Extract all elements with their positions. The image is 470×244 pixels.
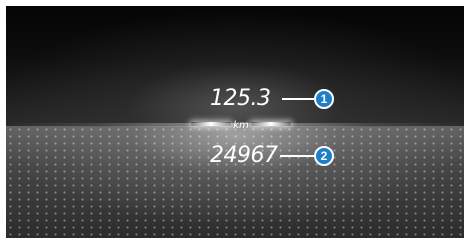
glow-accent-right	[251, 122, 291, 126]
callout-marker-1: 1	[314, 89, 334, 109]
callout-1-leader-line	[282, 98, 314, 100]
total-distance-value: 24967	[210, 143, 278, 168]
distance-unit-label: km	[233, 120, 249, 131]
trip-distance-value: 125.3	[210, 86, 271, 111]
instrument-cluster-display: 125.3 km 24967 1 2	[6, 6, 464, 238]
glow-accent-left	[191, 122, 231, 126]
callout-marker-2: 2	[314, 146, 334, 166]
callout-2-leader-line	[280, 155, 314, 157]
